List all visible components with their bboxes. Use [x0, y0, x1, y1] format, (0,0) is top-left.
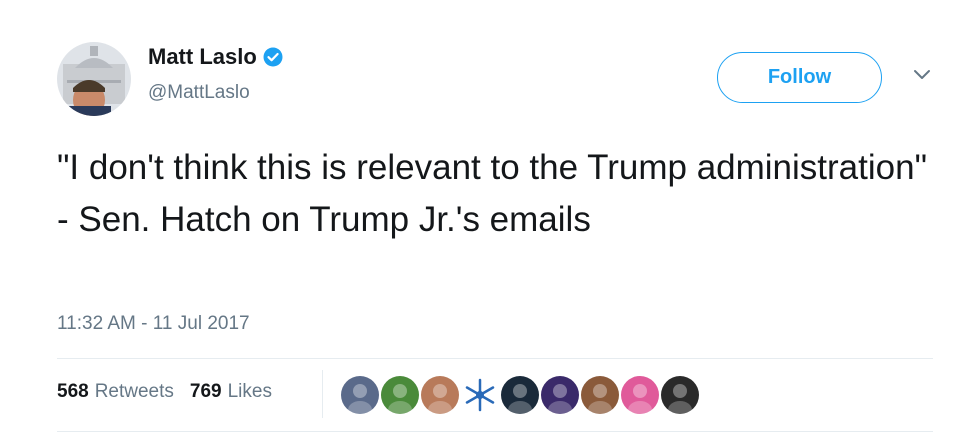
tweet-stats: 568 Retweets 769 Likes — [57, 381, 288, 403]
tweet-text: "I don't think this is relevant to the T… — [57, 148, 927, 239]
tweet-timestamp[interactable]: 11:32 AM - 11 Jul 2017 — [57, 313, 250, 335]
liker-avatar-1[interactable] — [341, 376, 379, 414]
divider-bottom — [57, 431, 933, 432]
retweets-count: 568 — [57, 381, 89, 402]
divider-top — [57, 358, 933, 359]
liker-avatar-8[interactable] — [621, 376, 659, 414]
liker-avatar-4[interactable] — [461, 376, 499, 414]
author-avatar-image — [57, 42, 131, 116]
liker-avatar-9[interactable] — [661, 376, 699, 414]
liker-avatar-5[interactable] — [501, 376, 539, 414]
stats-separator — [322, 370, 323, 418]
liker-avatar-3[interactable] — [421, 376, 459, 414]
verified-badge-icon — [263, 47, 283, 67]
likes-count: 769 — [189, 381, 222, 402]
retweets-stat[interactable]: 568 Retweets — [57, 381, 174, 403]
liker-avatar-7[interactable] — [581, 376, 619, 414]
likes-label: Likes — [227, 381, 272, 402]
snowflake-icon — [465, 378, 495, 412]
author-display-name[interactable]: Matt Laslo — [148, 44, 257, 70]
liker-avatar-6[interactable] — [541, 376, 579, 414]
chevron-down-icon[interactable] — [912, 68, 932, 82]
liker-avatars — [341, 376, 701, 414]
follow-button[interactable]: Follow — [717, 52, 882, 103]
author-avatar[interactable] — [57, 42, 131, 116]
likes-stat[interactable]: 769 Likes — [190, 381, 272, 403]
retweets-label: Retweets — [94, 381, 174, 402]
liker-avatar-2[interactable] — [381, 376, 419, 414]
author-handle[interactable]: @MattLaslo — [148, 82, 250, 104]
